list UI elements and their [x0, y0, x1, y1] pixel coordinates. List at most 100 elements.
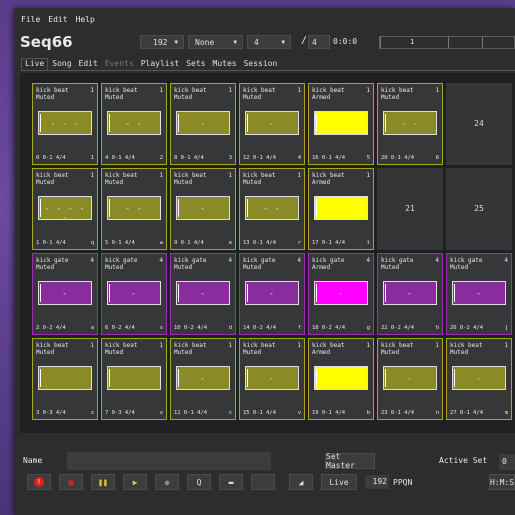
keep-queue-icon: ▬	[228, 477, 234, 487]
pattern-notes: -	[476, 374, 482, 383]
pattern-slot[interactable]: kick gate Muted 4 10 0-2 4/4 d -	[170, 253, 236, 335]
pattern-slot[interactable]: kick gate Muted 4 22 0-2 4/4 h -	[377, 253, 443, 335]
tab-session[interactable]: Session	[241, 59, 281, 70]
keep-queue-button[interactable]: ▬	[219, 474, 243, 490]
empty-slot[interactable]: 24	[446, 83, 512, 165]
pattern-slot[interactable]: kick gate Muted 4 14 0-2 4/4 f -	[239, 253, 305, 335]
pattern-hotkey: h	[435, 325, 439, 331]
pattern-slot[interactable]: kick beat Armed 1 17 0-1 4/4 t	[308, 168, 374, 250]
tab-mutes[interactable]: Mutes	[210, 59, 240, 70]
blank-button[interactable]	[251, 474, 275, 490]
pattern-channel: 1	[435, 87, 439, 94]
pattern-slot[interactable]: kick beat Muted 1 12 0-1 4/4 4 -	[239, 83, 305, 165]
pattern-state: Muted	[174, 264, 193, 271]
pattern-preview	[38, 366, 92, 390]
app-title: Seq66	[20, 33, 73, 51]
pattern-channel: 4	[228, 257, 232, 264]
pattern-slot[interactable]: kick beat Muted 1 11 0-1 4/4 c -	[170, 338, 236, 420]
pattern-channel: 4	[90, 257, 94, 264]
pattern-channel: 1	[90, 342, 94, 349]
pattern-name: kick beat	[174, 87, 207, 94]
pattern-name: kick beat	[312, 342, 345, 349]
pattern-slot[interactable]: kick beat Muted 1 23 0-1 4/4 n -	[377, 338, 443, 420]
time-format-button[interactable]: H:M:S	[489, 474, 515, 490]
pattern-slot[interactable]: kick beat Muted 1 27 0-1 4/4 m -	[446, 338, 512, 420]
pattern-slot[interactable]: kick beat Muted 1 9 0-1 4/4 e -	[170, 168, 236, 250]
name-field[interactable]	[67, 452, 271, 470]
empty-slot[interactable]: 21	[377, 168, 443, 250]
queue-button[interactable]: Q	[187, 474, 211, 490]
pattern-channel: 1	[159, 172, 163, 179]
pattern-slot[interactable]: kick beat Muted 1 0 0-1 4/4 1 - - -	[32, 83, 98, 165]
live-mode-button[interactable]: Live	[321, 474, 357, 490]
pattern-name: kick beat	[105, 87, 138, 94]
pattern-state: Muted	[381, 264, 400, 271]
stop-icon: ■	[68, 477, 74, 487]
bpm-combo[interactable]: 192 ▼	[140, 35, 184, 49]
beat-width-combo[interactable]: 4	[308, 35, 330, 49]
time-sig-slash: /	[301, 35, 308, 46]
beats-per-bar-combo[interactable]: 4 ▼	[247, 35, 291, 49]
pattern-slot[interactable]: kick gate Muted 4 26 0-2 4/4 j -	[446, 253, 512, 335]
pause-button[interactable]: ❚❚	[91, 474, 115, 490]
pattern-info: 0 0-1 4/4	[36, 155, 66, 161]
pattern-name: kick beat	[381, 87, 414, 94]
tab-edit[interactable]: Edit	[76, 59, 101, 70]
pattern-info: 19 0-1 4/4	[312, 410, 346, 416]
menu-edit[interactable]: Edit	[48, 15, 67, 24]
beat-number: 1	[410, 38, 415, 46]
key-combo[interactable]: None ▼	[188, 35, 243, 49]
pattern-slot[interactable]: kick beat Muted 1 20 0-1 4/4 6 - -	[377, 83, 443, 165]
pattern-slot[interactable]: kick beat Muted 1 13 0-1 4/4 r - -	[239, 168, 305, 250]
set-master-button[interactable]: Set Master	[325, 452, 375, 470]
progress-cursor	[316, 114, 317, 132]
pattern-slot[interactable]: kick gate Armed 4 18 0-2 4/4 g -	[308, 253, 374, 335]
stop-button[interactable]: ■	[59, 474, 83, 490]
tab-sets[interactable]: Sets	[183, 59, 208, 70]
pattern-info: 8 0-1 4/4	[174, 155, 204, 161]
pattern-hotkey: j	[504, 325, 508, 331]
pattern-notes: -	[338, 289, 344, 298]
pattern-slot[interactable]: kick beat Muted 1 4 0-1 4/4 2 - -	[101, 83, 167, 165]
tab-song[interactable]: Song	[49, 59, 74, 70]
pattern-slot[interactable]: kick gate Muted 4 2 0-2 4/4 a -	[32, 253, 98, 335]
pattern-name: kick gate	[174, 257, 207, 264]
pattern-slot[interactable]: kick beat Muted 1 5 0-1 4/4 w - -	[101, 168, 167, 250]
pattern-preview: -	[176, 366, 230, 390]
menu-help[interactable]: Help	[76, 15, 95, 24]
position-clock: 0:0:0	[333, 37, 358, 46]
pattern-info: 3 0-3 4/4	[36, 410, 66, 416]
pattern-name: kick beat	[381, 342, 414, 349]
pause-icon: ❚❚	[98, 477, 108, 487]
pattern-info: 27 0-1 4/4	[450, 410, 484, 416]
pattern-channel: 1	[435, 342, 439, 349]
pattern-slot[interactable]: kick beat Muted 1 15 0-1 4/4 v -	[239, 338, 305, 420]
pattern-state: Muted	[381, 349, 400, 356]
menu-file[interactable]: File	[21, 15, 40, 24]
pattern-slot[interactable]: kick beat Muted 1 8 0-1 4/4 3 -	[170, 83, 236, 165]
pattern-state: Muted	[105, 264, 124, 271]
play-button[interactable]: ▶	[123, 474, 147, 490]
pattern-preview: -	[452, 281, 506, 305]
pattern-slot[interactable]: kick beat Armed 1 16 0-1 4/4 5	[308, 83, 374, 165]
pattern-slot[interactable]: kick beat Muted 1 1 0-1 4/4 q - - - - -	[32, 168, 98, 250]
record-button[interactable]: ●	[155, 474, 179, 490]
pattern-slot[interactable]: kick gate Muted 4 6 0-2 4/4 s -	[101, 253, 167, 335]
pattern-info: 7 0-3 4/4	[105, 410, 135, 416]
pattern-slot[interactable]: kick beat Muted 1 7 0-3 4/4 x	[101, 338, 167, 420]
slot-number: 21	[405, 204, 415, 213]
song-record-button[interactable]: ◢	[289, 474, 313, 490]
active-set-spinner[interactable]: 0	[499, 454, 515, 470]
panic-button[interactable]: !	[27, 474, 51, 490]
pattern-name: kick gate	[105, 257, 138, 264]
tab-playlist[interactable]: Playlist	[138, 59, 183, 70]
pattern-channel: 1	[228, 342, 232, 349]
pattern-slot[interactable]: kick beat Muted 1 3 0-3 4/4 z	[32, 338, 98, 420]
tab-live[interactable]: Live	[21, 58, 49, 70]
bpm-value: 192	[153, 37, 168, 47]
pattern-hotkey: v	[297, 410, 301, 416]
ppqn-field[interactable]: 192	[365, 475, 389, 489]
empty-slot[interactable]: 25	[446, 168, 512, 250]
pattern-slot[interactable]: kick beat Armed 1 19 0-1 4/4 b	[308, 338, 374, 420]
pattern-state: Muted	[450, 264, 469, 271]
